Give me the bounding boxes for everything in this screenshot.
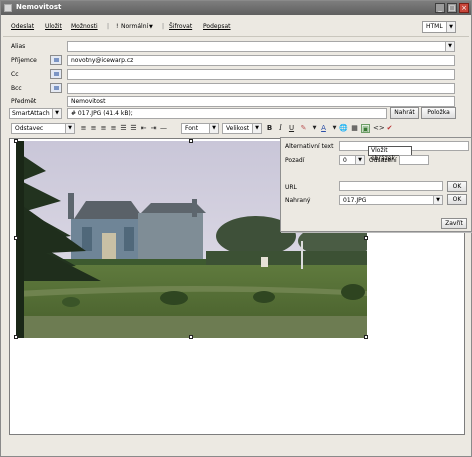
spacing-label: Odsazení bbox=[369, 157, 397, 164]
cc-field[interactable] bbox=[67, 69, 455, 80]
chevron-down-icon: ▼ bbox=[446, 22, 455, 32]
address-book-icon[interactable] bbox=[50, 55, 62, 65]
underline-icon[interactable]: U bbox=[287, 124, 296, 133]
upload-button[interactable]: Nahrát bbox=[390, 107, 419, 119]
url-label: URL bbox=[285, 184, 297, 191]
resize-handle[interactable] bbox=[189, 139, 193, 143]
spellcheck-icon[interactable]: ✔ bbox=[385, 124, 394, 133]
subject-field[interactable]: Nemovitost bbox=[67, 96, 455, 107]
numbered-list-icon[interactable]: ☰ bbox=[129, 124, 138, 133]
app-icon bbox=[4, 4, 12, 12]
chevron-down-icon: ▼ bbox=[65, 124, 74, 133]
align-left-icon[interactable]: ≡ bbox=[79, 124, 88, 133]
cc-label: Cc bbox=[11, 71, 19, 78]
item-button[interactable]: Položka bbox=[421, 107, 456, 119]
format-select[interactable]: HTML ▼ bbox=[422, 21, 456, 33]
priority-dropdown[interactable]: Normální bbox=[121, 23, 148, 30]
font-value: Font bbox=[185, 125, 199, 132]
toolbar-separator: | bbox=[162, 23, 165, 30]
align-justify-icon[interactable]: ≡ bbox=[109, 124, 118, 133]
insert-image-dialog: Alternativní text Vložit obrázek Pozadí … bbox=[280, 137, 472, 232]
chevron-down-icon[interactable]: ▼ bbox=[330, 124, 339, 133]
italic-icon[interactable]: I bbox=[276, 124, 285, 133]
link-icon[interactable]: 🌐 bbox=[339, 124, 348, 133]
window-title: Nemovitost bbox=[16, 3, 62, 11]
priority-icon: ! bbox=[116, 23, 119, 30]
horizontal-rule-icon[interactable]: — bbox=[159, 124, 168, 133]
chevron-down-icon: ▼ bbox=[445, 42, 454, 51]
chevron-down-icon[interactable]: ▼ bbox=[149, 24, 153, 30]
size-select[interactable]: Velikost ▼ bbox=[222, 123, 262, 134]
alt-text-label: Alternativní text bbox=[285, 143, 334, 150]
resize-handle[interactable] bbox=[14, 139, 18, 143]
url-input[interactable] bbox=[339, 181, 443, 191]
smartattach-select[interactable]: SmartAttach ▼ bbox=[9, 108, 62, 119]
uploaded-ok-button[interactable]: OK bbox=[447, 194, 467, 205]
table-icon[interactable]: ▦ bbox=[350, 124, 359, 133]
format-toolbar: Odstavec ▼ ≡ ≡ ≡ ≡ ☰ ☰ ⇤ ⇥ — Font ▼ Veli… bbox=[9, 122, 465, 136]
smartattach-value: SmartAttach bbox=[12, 110, 50, 117]
compose-window: Nemovitost _ □ × Odeslat Uložit Možnosti… bbox=[0, 0, 472, 457]
attachment-list[interactable]: # 017.JPG (41.4 kB); bbox=[67, 108, 387, 119]
align-center-icon[interactable]: ≡ bbox=[89, 124, 98, 133]
options-button[interactable]: Možnosti bbox=[71, 23, 98, 30]
chevron-down-icon: ▼ bbox=[209, 124, 218, 133]
chevron-down-icon: ▼ bbox=[52, 109, 61, 118]
position-select[interactable]: 0 ▼ bbox=[339, 155, 365, 165]
bcc-label: Bcc bbox=[11, 85, 22, 92]
dialog-close-button[interactable]: Zavřít bbox=[441, 218, 467, 229]
size-value: Velikost bbox=[226, 125, 250, 132]
source-code-icon[interactable]: <> bbox=[373, 124, 385, 133]
outdent-icon[interactable]: ⇤ bbox=[139, 124, 148, 133]
indent-icon[interactable]: ⇥ bbox=[149, 124, 158, 133]
insert-image-icon[interactable]: ▣ bbox=[361, 124, 370, 133]
to-field[interactable]: novotny@icewarp.cz bbox=[67, 55, 455, 66]
title-bar: Nemovitost _ □ × bbox=[1, 1, 471, 15]
address-book-icon[interactable] bbox=[50, 83, 62, 93]
to-label: Příjemce bbox=[11, 57, 37, 64]
bullet-list-icon[interactable]: ☰ bbox=[119, 124, 128, 133]
resize-handle[interactable] bbox=[364, 335, 368, 339]
alias-select[interactable]: ▼ bbox=[67, 41, 455, 52]
uploaded-label: Nahraný bbox=[285, 197, 311, 204]
resize-handle[interactable] bbox=[14, 236, 18, 240]
chevron-down-icon: ▼ bbox=[433, 196, 442, 204]
format-select-value: HTML bbox=[426, 23, 443, 30]
sign-button[interactable]: Podepsat bbox=[203, 23, 231, 30]
subject-label: Předmět bbox=[11, 98, 37, 105]
paragraph-style-value: Odstavec bbox=[15, 125, 44, 132]
align-right-icon[interactable]: ≡ bbox=[99, 124, 108, 133]
minimize-button[interactable]: _ bbox=[435, 3, 445, 13]
spacing-input[interactable] bbox=[399, 155, 429, 165]
url-ok-button[interactable]: OK bbox=[447, 181, 467, 192]
alias-label: Alias bbox=[11, 43, 26, 50]
font-select[interactable]: Font ▼ bbox=[181, 123, 219, 134]
chevron-down-icon: ▼ bbox=[252, 124, 261, 133]
text-color-icon[interactable]: A bbox=[319, 124, 328, 133]
chevron-down-icon[interactable]: ▼ bbox=[310, 124, 319, 133]
resize-handle[interactable] bbox=[364, 236, 368, 240]
encrypt-button[interactable]: Šifrovat bbox=[169, 23, 192, 30]
close-button[interactable]: × bbox=[459, 3, 469, 13]
position-label: Pozadí bbox=[285, 157, 305, 164]
bold-icon[interactable]: B bbox=[265, 124, 274, 133]
position-value: 0 bbox=[343, 157, 347, 164]
maximize-button[interactable]: □ bbox=[447, 3, 457, 13]
send-button[interactable]: Odeslat bbox=[11, 23, 34, 30]
highlight-color-icon[interactable]: ✎ bbox=[299, 124, 308, 133]
compose-toolbar: Odeslat Uložit Možnosti | ! Normální ▼ |… bbox=[3, 17, 469, 37]
uploaded-select[interactable]: 017.JPG ▼ bbox=[339, 195, 443, 205]
resize-handle[interactable] bbox=[189, 335, 193, 339]
paragraph-style-select[interactable]: Odstavec ▼ bbox=[11, 123, 75, 134]
address-book-icon[interactable] bbox=[50, 69, 62, 79]
bcc-field[interactable] bbox=[67, 83, 455, 94]
uploaded-value: 017.JPG bbox=[343, 197, 367, 204]
chevron-down-icon: ▼ bbox=[355, 156, 364, 164]
save-button[interactable]: Uložit bbox=[45, 23, 62, 30]
toolbar-separator: | bbox=[107, 23, 110, 30]
resize-handle[interactable] bbox=[14, 335, 18, 339]
